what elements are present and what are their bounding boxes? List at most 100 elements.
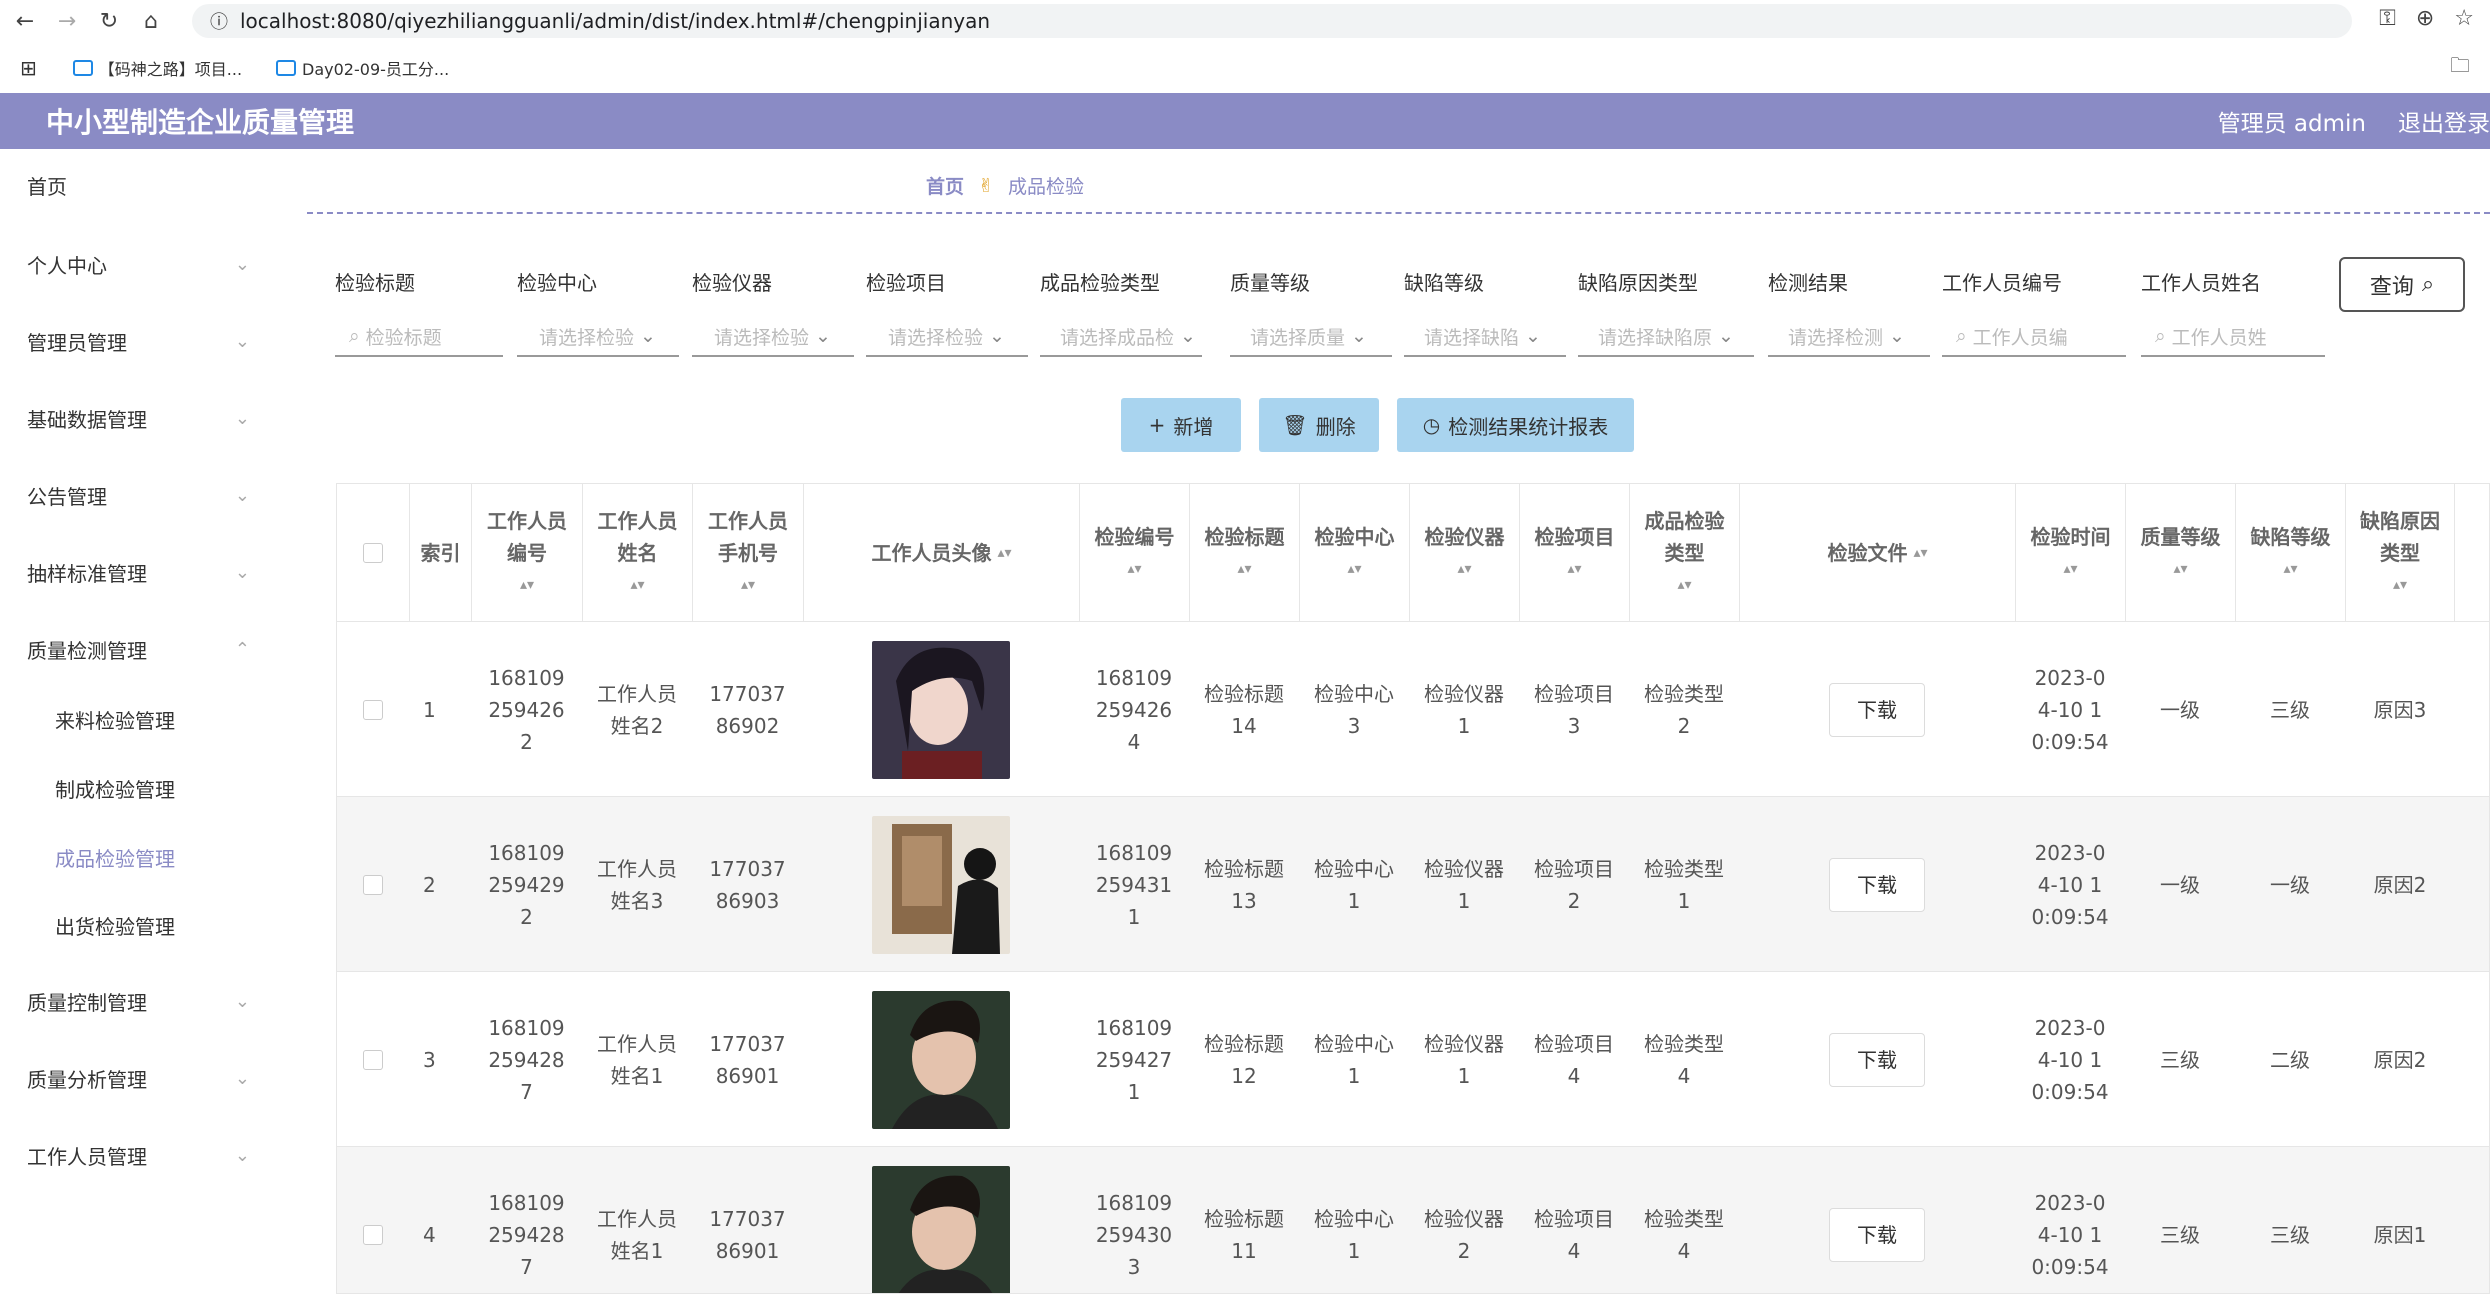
report-button[interactable]: ◷ 检测结果统计报表	[1397, 398, 1634, 452]
search-icon: ⌕	[1956, 325, 1967, 347]
sidebar-item-base-data[interactable]: 基础数据管理 ⌄	[0, 388, 272, 448]
sort-icon[interactable]: ▴▾	[2393, 569, 2407, 601]
defect-reason-select[interactable]: 请选择缺陷原 ⌄	[1578, 317, 1754, 357]
col-header-check-no[interactable]: 检验编号 ▴▾	[1079, 484, 1189, 622]
folder-icon[interactable]: 🗀	[2450, 51, 2470, 85]
delete-button[interactable]: 🗑 删除	[1259, 398, 1379, 452]
home-icon[interactable]: ⌂	[134, 4, 168, 38]
browser-toolbar: ← → ↻ ⌂ ⓘ localhost:8080/qiyezhilianggua…	[0, 0, 2490, 42]
sidebar-item-incoming[interactable]: 来料检验管理	[0, 689, 272, 749]
col-header-quality[interactable]: 质量等级 ▴▾	[2125, 484, 2235, 622]
sort-icon[interactable]: ▴▾	[1347, 553, 1361, 585]
sidebar-item-staff[interactable]: 工作人员管理 ⌄	[0, 1125, 272, 1185]
col-header-defect[interactable]: 缺陷等级 ▴▾	[2235, 484, 2345, 622]
quality-level-select[interactable]: 请选择质量 ⌄	[1230, 317, 1392, 357]
col-header-type[interactable]: 成品检验类型 ▴▾	[1629, 484, 1739, 622]
col-header-time[interactable]: 检验时间 ▴▾	[2015, 484, 2125, 622]
back-icon[interactable]: ←	[8, 4, 42, 38]
cell-defect: 三级	[2270, 1222, 2310, 1247]
cell-staff-name: 工作人员姓名1	[597, 1031, 677, 1088]
sidebar-item-shipping[interactable]: 出货检验管理	[0, 895, 272, 955]
sidebar-item-quality-analysis[interactable]: 质量分析管理 ⌄	[0, 1048, 272, 1108]
col-header-staff-name[interactable]: 工作人员姓名 ▴▾	[582, 484, 692, 622]
query-button[interactable]: 查询 ⌕	[2339, 257, 2465, 312]
col-header-item[interactable]: 检验项目 ▴▾	[1519, 484, 1629, 622]
chevron-up-icon: ⌃	[234, 638, 250, 660]
select-all-checkbox[interactable]	[363, 543, 383, 563]
apps-icon[interactable]: ⊞	[20, 56, 37, 80]
sidebar-item-notice[interactable]: 公告管理 ⌄	[0, 465, 272, 525]
row-checkbox[interactable]	[363, 1224, 383, 1245]
download-button[interactable]: 下载	[1829, 857, 1925, 912]
col-header-instrument[interactable]: 检验仪器 ▴▾	[1409, 484, 1519, 622]
col-header-center[interactable]: 检验中心 ▴▾	[1299, 484, 1409, 622]
zoom-icon[interactable]: ⊕	[2416, 6, 2434, 31]
finished-type-select[interactable]: 请选择成品检 ⌄	[1040, 317, 1202, 357]
logout-link[interactable]: 退出登录	[2398, 104, 2490, 138]
col-header-phone[interactable]: 工作人员手机号 ▴▾	[692, 484, 803, 622]
sort-icon[interactable]: ▴▾	[630, 569, 644, 601]
chevron-down-icon: ⌄	[1180, 325, 1196, 347]
sidebar-item-admin[interactable]: 管理员管理 ⌄	[0, 311, 272, 371]
sort-icon[interactable]: ▴▾	[2063, 553, 2077, 585]
hand-icon: ✌	[978, 174, 994, 197]
instrument-select[interactable]: 请选择检验 ⌄	[692, 317, 854, 357]
item-select[interactable]: 请选择检验 ⌄	[866, 317, 1028, 357]
site-info-icon[interactable]: ⓘ	[210, 8, 228, 34]
key-icon[interactable]: ⚿	[2379, 6, 2396, 31]
sort-icon[interactable]: ▴▾	[997, 537, 1011, 569]
title-search-input[interactable]: ⌕ 检验标题	[335, 317, 503, 357]
download-button[interactable]: 下载	[1829, 1207, 1925, 1262]
row-checkbox[interactable]	[363, 874, 383, 895]
sort-icon[interactable]: ▴▾	[1457, 553, 1471, 585]
center-select[interactable]: 请选择检验 ⌄	[517, 317, 679, 357]
col-header-file[interactable]: 检验文件 ▴▾	[1739, 484, 2015, 622]
sort-icon[interactable]: ▴▾	[1237, 553, 1251, 585]
bookmark-1[interactable]: 【码神之路】项目...	[72, 56, 242, 80]
sidebar-item-home[interactable]: 首页	[0, 155, 272, 215]
col-header-index[interactable]: 索引	[409, 484, 471, 622]
sort-icon[interactable]: ▴▾	[520, 569, 534, 601]
sidebar-item-quality-control[interactable]: 质量控制管理 ⌄	[0, 971, 272, 1031]
download-button[interactable]: 下载	[1829, 682, 1925, 737]
breadcrumb-home[interactable]: 首页	[926, 172, 964, 199]
sort-icon[interactable]: ▴▾	[741, 569, 755, 601]
sidebar-item-profile[interactable]: 个人中心 ⌄	[0, 234, 272, 294]
staff-no-search-input[interactable]: ⌕ 工作人员编	[1942, 317, 2126, 357]
col-header-avatar[interactable]: 工作人员头像 ▴▾	[803, 484, 1079, 622]
col-header-staff-no[interactable]: 工作人员编号 ▴▾	[471, 484, 582, 622]
defect-level-select[interactable]: 请选择缺陷 ⌄	[1404, 317, 1566, 357]
sidebar-item-process[interactable]: 制成检验管理	[0, 758, 272, 818]
sort-icon[interactable]: ▴▾	[1677, 569, 1691, 601]
sidebar-item-quality-check[interactable]: 质量检测管理 ⌃	[0, 619, 272, 679]
cell-staff-name: 工作人员姓名3	[597, 856, 677, 913]
row-checkbox[interactable]	[363, 1049, 383, 1070]
forward-icon[interactable]: →	[50, 4, 84, 38]
staff-name-search-input[interactable]: ⌕ 工作人员姓	[2141, 317, 2325, 357]
reload-icon[interactable]: ↻	[92, 4, 126, 38]
table-row: 2 1681092594292 工作人员姓名3 17703786903 1681…	[337, 797, 2489, 972]
sidebar-item-finished[interactable]: 成品检验管理	[0, 827, 272, 887]
cell-phone: 17703786901	[709, 1206, 786, 1263]
sort-icon[interactable]: ▴▾	[2283, 553, 2297, 585]
cell-title: 检验标题13	[1204, 856, 1284, 913]
star-icon[interactable]: ☆	[2454, 6, 2474, 31]
cell-item: 检验项目3	[1534, 681, 1614, 738]
cell-instrument: 检验仪器1	[1424, 681, 1504, 738]
breadcrumb: 首页 ✌ 成品检验	[926, 172, 1084, 199]
sort-icon[interactable]: ▴▾	[1567, 553, 1581, 585]
col-header-reason[interactable]: 缺陷原因类型 ▴▾	[2345, 484, 2455, 622]
download-button[interactable]: 下载	[1829, 1032, 1925, 1087]
sort-icon[interactable]: ▴▾	[1127, 553, 1141, 585]
row-checkbox[interactable]	[363, 699, 383, 720]
chevron-down-icon: ⌄	[815, 325, 831, 347]
add-button[interactable]: + 新增	[1121, 398, 1241, 452]
address-bar[interactable]: ⓘ localhost:8080/qiyezhiliangguanli/admi…	[192, 4, 2352, 38]
bookmark-2[interactable]: Day02-09-员工分...	[276, 56, 449, 80]
result-select[interactable]: 请选择检测 ⌄	[1768, 317, 1930, 357]
sort-icon[interactable]: ▴▾	[2173, 553, 2187, 585]
col-header-title[interactable]: 检验标题 ▴▾	[1189, 484, 1299, 622]
sort-icon[interactable]: ▴▾	[1913, 537, 1927, 569]
sidebar-item-sampling[interactable]: 抽样标准管理 ⌄	[0, 542, 272, 602]
cell-index: 4	[423, 1222, 436, 1247]
